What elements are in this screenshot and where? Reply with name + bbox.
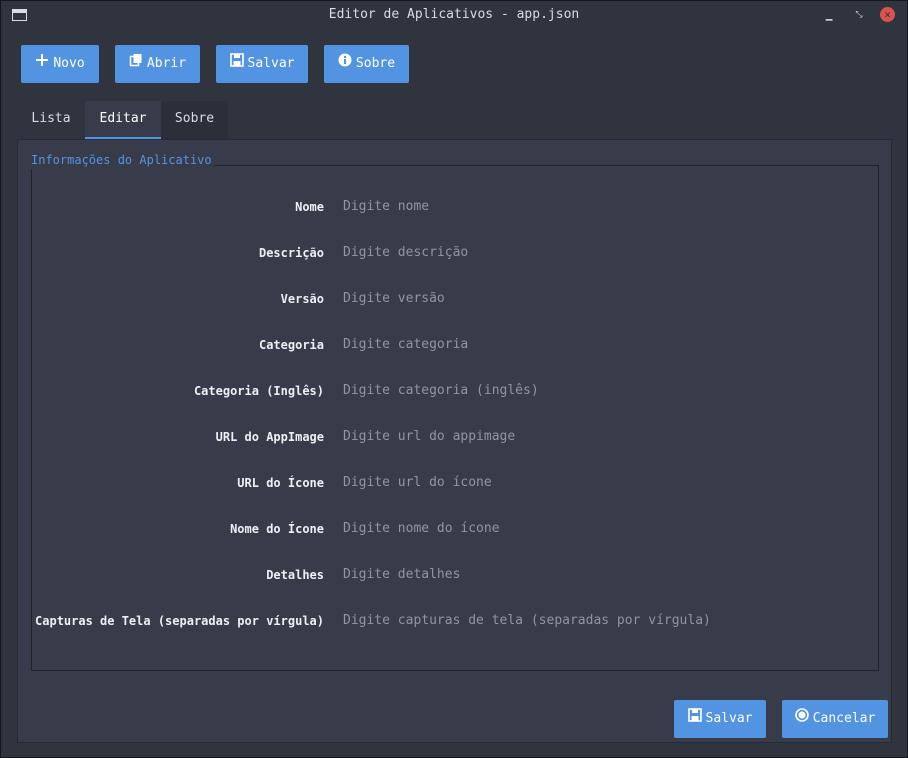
- form-row-versao: Versão: [31, 287, 879, 311]
- versao-input[interactable]: [337, 287, 857, 311]
- minimize-button[interactable]: ▁: [821, 7, 837, 23]
- nome-icone-input[interactable]: [337, 517, 857, 541]
- info-icon: [338, 45, 352, 83]
- minimize-icon: ▁: [825, 8, 833, 21]
- save-button[interactable]: Salvar: [674, 700, 766, 738]
- categoria-ingles-input[interactable]: [337, 379, 857, 403]
- form-row-capturas: Capturas de Tela (separadas por vírgula): [31, 609, 879, 633]
- form-row-categoria-ingles: Categoria (Inglês): [31, 379, 879, 403]
- cancel-circle-icon: [794, 700, 809, 738]
- field-label-nome-icone: Nome do Ícone: [230, 522, 324, 536]
- new-button-label: Novo: [53, 56, 85, 71]
- field-label-detalhes: Detalhes: [266, 568, 324, 582]
- close-icon: ✕: [884, 8, 891, 21]
- field-label-capturas: Capturas de Tela (separadas por vírgula): [35, 614, 324, 628]
- group-title: Informações do Aplicativo: [31, 151, 214, 169]
- form-row-url-icone: URL do Ícone: [31, 471, 879, 495]
- floppy-disk-icon: [687, 700, 702, 738]
- toolbar-save-label: Salvar: [247, 56, 295, 71]
- cancel-button-label: Cancelar: [812, 711, 876, 726]
- form-row-url-appimage: URL do AppImage: [31, 425, 879, 449]
- window-title: Editor de Aplicativos - app.json: [328, 7, 580, 22]
- form-row-detalhes: Detalhes: [31, 563, 879, 587]
- maximize-button[interactable]: ⤡: [851, 7, 867, 23]
- field-label-nome: Nome: [295, 200, 324, 214]
- field-label-versao: Versão: [280, 292, 324, 306]
- new-button[interactable]: Novo: [21, 45, 99, 83]
- tab-sobre[interactable]: Sobre: [161, 101, 228, 139]
- field-label-url-icone: URL do Ícone: [237, 476, 324, 490]
- form-row-nome-icone: Nome do Ícone: [31, 517, 879, 541]
- categoria-input[interactable]: [337, 333, 857, 357]
- descricao-input[interactable]: [337, 241, 857, 265]
- close-button[interactable]: ✕: [880, 7, 895, 22]
- cancel-button[interactable]: Cancelar: [782, 700, 888, 738]
- tab-lista[interactable]: Lista: [17, 101, 85, 139]
- restore-icon: ⤡: [855, 10, 863, 20]
- form-row-nome: Nome: [31, 195, 879, 219]
- form-row-categoria: Categoria: [31, 333, 879, 357]
- toolbar-save-button[interactable]: Salvar: [216, 45, 308, 83]
- field-label-descricao: Descrição: [258, 246, 324, 260]
- field-label-categoria-ingles: Categoria (Inglês): [193, 384, 324, 398]
- detalhes-input[interactable]: [337, 563, 857, 587]
- form-row-descricao: Descrição: [31, 241, 879, 265]
- app-window: Editor de Aplicativos - app.json ▁ ⤡ ✕ N…: [0, 0, 908, 758]
- url-icone-input[interactable]: [337, 471, 857, 495]
- about-button[interactable]: Sobre: [324, 45, 409, 83]
- url-appimage-input[interactable]: [337, 425, 857, 449]
- field-label-url-appimage: URL do AppImage: [215, 430, 324, 444]
- field-label-categoria: Categoria: [258, 338, 324, 352]
- floppy-disk-icon: [229, 45, 244, 83]
- plus-icon: [35, 45, 49, 83]
- open-button[interactable]: Abrir: [115, 45, 200, 83]
- open-file-icon: [129, 45, 143, 83]
- about-button-label: Sobre: [355, 56, 396, 71]
- save-button-label: Salvar: [705, 711, 753, 726]
- tab-editar[interactable]: Editar: [85, 101, 161, 139]
- title-bar[interactable]: Editor de Aplicativos - app.json ▁ ⤡ ✕: [1, 1, 907, 29]
- open-button-label: Abrir: [146, 56, 187, 71]
- nome-input[interactable]: [337, 195, 857, 219]
- capturas-input[interactable]: [337, 609, 857, 633]
